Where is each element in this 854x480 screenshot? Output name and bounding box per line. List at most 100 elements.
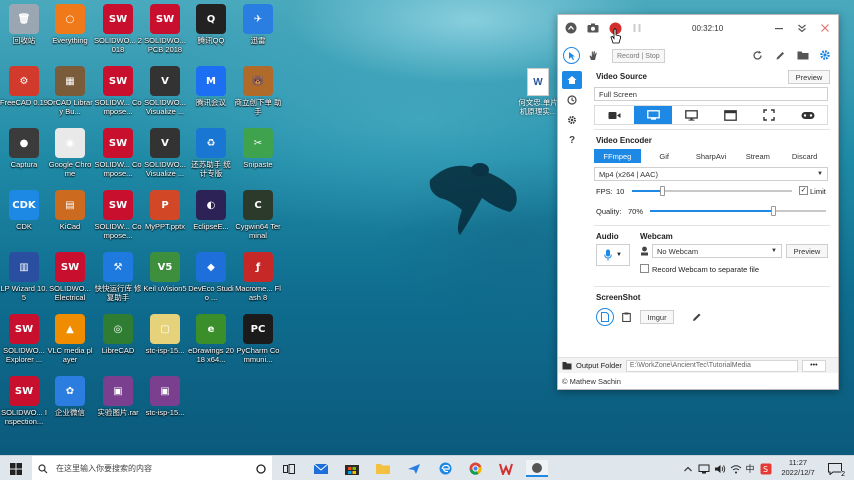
- task-view-icon[interactable]: [280, 460, 298, 477]
- encoder-tab-ffmpeg[interactable]: FFmpeg: [594, 149, 641, 163]
- desktop-icon[interactable]: ▤ KiCad: [46, 190, 94, 231]
- close-icon[interactable]: [818, 21, 832, 35]
- desktop-icon[interactable]: P MyPPT.pptx: [141, 190, 189, 231]
- clipboard-icon[interactable]: [622, 312, 631, 324]
- chevron-down-icon[interactable]: [795, 21, 809, 35]
- desktop-icon[interactable]: V5 Keil uVision5: [141, 252, 189, 293]
- source-window-button[interactable]: [711, 106, 750, 124]
- file-explorer-icon[interactable]: [374, 460, 392, 477]
- imgur-button[interactable]: Imgur: [640, 310, 674, 324]
- settings-gear-icon[interactable]: [819, 49, 831, 63]
- hand-icon[interactable]: [588, 50, 598, 63]
- nav-history[interactable]: [562, 91, 582, 109]
- store-app-icon[interactable]: [343, 460, 361, 477]
- desktop-icon[interactable]: ▣ stc-isp-15...: [141, 376, 189, 417]
- desktop-icon[interactable]: C Cygwin64 Terminal: [234, 190, 282, 240]
- taskbar-clock[interactable]: 11:27 2022/12/7: [776, 458, 820, 478]
- xunlei-icon[interactable]: [405, 460, 423, 477]
- desktop-icon[interactable]: CDK CDK: [0, 190, 48, 231]
- fps-slider-thumb[interactable]: [660, 186, 666, 196]
- encoder-tab-stream[interactable]: Stream: [734, 149, 781, 163]
- desktop-icon[interactable]: 🗑 回收站: [0, 4, 48, 45]
- edge-browser-icon[interactable]: [436, 460, 454, 477]
- desktop-icon[interactable]: ✈ 迅雷: [234, 4, 282, 45]
- minimize-icon[interactable]: [772, 21, 786, 35]
- nav-home[interactable]: [562, 71, 582, 89]
- desktop-icon[interactable]: V SOLIDWO... Visualize ...: [141, 66, 189, 116]
- source-screen-button[interactable]: [633, 106, 673, 124]
- video-source-preview-button[interactable]: Preview: [788, 70, 830, 84]
- output-folder-more-button[interactable]: •••: [801, 359, 826, 372]
- desktop-icon[interactable]: SW SOLIDW... Compose...: [94, 190, 142, 240]
- folder-icon[interactable]: [797, 50, 809, 62]
- edit-pen-icon[interactable]: [692, 312, 702, 324]
- desktop-icon[interactable]: ▥ LP Wizard 10.5: [0, 252, 48, 302]
- camera-icon[interactable]: [586, 21, 600, 35]
- start-button[interactable]: [7, 460, 25, 477]
- desktop-icon[interactable]: SW SOLIDWO... 2018: [94, 4, 142, 54]
- webcam-select[interactable]: No Webcam ▼: [652, 244, 782, 258]
- desktop-icon[interactable]: ♻ 还苏助手 统 计专版: [187, 128, 235, 178]
- microphone-button[interactable]: ▼: [596, 244, 630, 266]
- desktop-icon[interactable]: ƒ Macrome... Flash 8: [234, 252, 282, 302]
- cursor-select-icon[interactable]: [563, 47, 580, 64]
- captura-taskbar-icon[interactable]: [526, 460, 548, 477]
- desktop-icon[interactable]: ◎ LibreCAD: [94, 314, 142, 355]
- chrome-taskbar-icon[interactable]: [466, 460, 484, 477]
- desktop-icon[interactable]: ▣ 实验图片.rar: [94, 376, 142, 417]
- fps-slider[interactable]: [632, 186, 792, 196]
- sogou-input-icon[interactable]: S: [757, 460, 775, 477]
- mail-app-icon[interactable]: [312, 460, 330, 477]
- desktop-icon[interactable]: V SOLIDWO... Visualize ...: [141, 128, 189, 178]
- desktop-icon[interactable]: Q 腾讯QQ: [187, 4, 235, 45]
- nav-help[interactable]: ?: [562, 131, 582, 149]
- desktop-icon[interactable]: SW SOLIDW... Compose...: [94, 128, 142, 178]
- taskbar-search[interactable]: 在这里输入你要搜索的内容: [32, 456, 272, 480]
- encoder-tab-gif[interactable]: Gif: [641, 149, 688, 163]
- desktop-icon[interactable]: ○ Everything: [46, 4, 94, 45]
- desktop-icon[interactable]: ⚙ FreeCAD 0.19: [0, 66, 48, 107]
- source-gaming-button[interactable]: [788, 106, 827, 124]
- desktop-icon[interactable]: ✿ 企业微信: [46, 376, 94, 417]
- desktop-icon[interactable]: ✂ Snipaste: [234, 128, 282, 169]
- video-source-field[interactable]: Full Screen: [594, 87, 828, 101]
- refresh-icon[interactable]: [752, 50, 763, 63]
- quality-slider[interactable]: [650, 206, 826, 216]
- desktop-file-icon[interactable]: W 何文忠.单片机原理实...: [516, 68, 560, 116]
- separate-file-checkbox[interactable]: [640, 264, 649, 273]
- pause-icon[interactable]: [630, 21, 644, 35]
- pen-icon[interactable]: [775, 50, 786, 63]
- desktop-icon[interactable]: SW SOLIDW... Compose...: [94, 66, 142, 116]
- desktop-icon[interactable]: SW SOLIDWO... Inspection...: [0, 376, 48, 426]
- desktop-icon[interactable]: 🐻 商立创下单 助手: [234, 66, 282, 116]
- desktop-icon[interactable]: ▦ OrCAD Library Bu...: [46, 66, 94, 116]
- desktop-icon[interactable]: e eDrawings 2018 x64...: [187, 314, 235, 364]
- desktop-icon[interactable]: ◉ Google Chrome: [46, 128, 94, 178]
- desktop-icon[interactable]: SW SOLIDWO... Explorer ...: [0, 314, 48, 364]
- desktop-icon[interactable]: ◆ DevEco Studio ...: [187, 252, 235, 302]
- desktop-icon[interactable]: ▢ stc-isp-15...: [141, 314, 189, 355]
- encoder-tab-discard[interactable]: Discard: [781, 149, 828, 163]
- cortana-icon[interactable]: [252, 460, 270, 477]
- limit-checkbox[interactable]: ✓: [799, 186, 808, 195]
- desktop-icon[interactable]: PC PyCharm Communi...: [234, 314, 282, 364]
- desktop-icon[interactable]: ● Captura: [0, 128, 48, 169]
- desktop-icon[interactable]: ▲ VLC media player: [46, 314, 94, 364]
- output-folder-path[interactable]: E:\WorkZone\AncientTec\TutorialMedia: [625, 359, 798, 372]
- desktop-icon[interactable]: SW SOLIDWO... PCB 2018: [141, 4, 189, 54]
- nav-settings[interactable]: [562, 111, 582, 129]
- desktop-icon[interactable]: ◐ EclipseE...: [187, 190, 235, 231]
- codec-select[interactable]: Mp4 (x264 | AAC) ▼: [594, 167, 828, 181]
- source-none-button[interactable]: [595, 106, 634, 124]
- wps-icon[interactable]: [497, 460, 515, 477]
- screenshot-disk-button[interactable]: [596, 308, 614, 326]
- encoder-tab-sharpavi[interactable]: SharpAvi: [688, 149, 735, 163]
- source-monitor-button[interactable]: [672, 106, 711, 124]
- collapse-icon[interactable]: [564, 21, 578, 35]
- notification-center-icon[interactable]: 2: [826, 460, 845, 478]
- source-region-button[interactable]: [750, 106, 789, 124]
- desktop-icon[interactable]: SW SOLIDWO... Electrical: [46, 252, 94, 302]
- desktop-icon[interactable]: M 腾讯会议: [187, 66, 235, 107]
- quality-slider-thumb[interactable]: [771, 206, 777, 216]
- desktop-icon[interactable]: ⚒ 快快运行库 修复助手: [94, 252, 142, 302]
